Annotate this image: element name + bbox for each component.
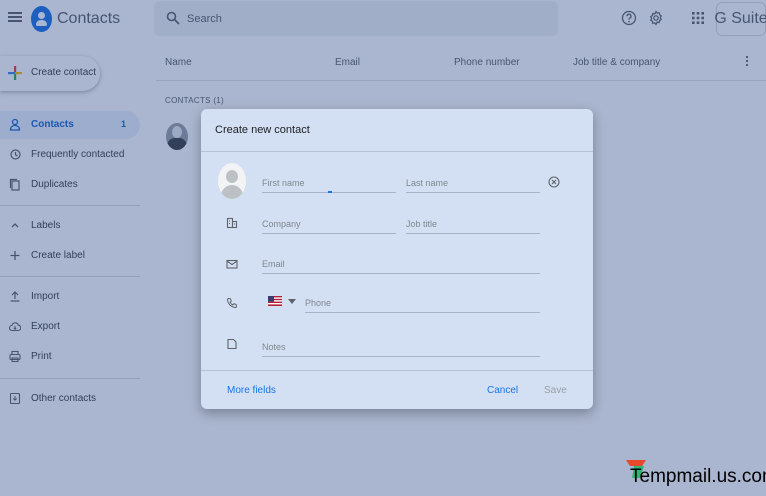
phone-input[interactable] [305, 293, 540, 313]
dialog-divider [201, 370, 593, 371]
email-field[interactable] [262, 254, 540, 274]
dialog-divider [201, 151, 593, 152]
company-field[interactable] [262, 214, 396, 234]
first-name-field[interactable] [262, 173, 396, 193]
more-fields-button[interactable]: More fields [227, 385, 276, 396]
notes-icon [227, 338, 237, 350]
last-name-input[interactable] [406, 173, 540, 193]
job-title-field[interactable] [406, 214, 540, 234]
dialog-title: Create new contact [215, 124, 310, 136]
country-dropdown-icon[interactable] [288, 299, 296, 304]
notes-input[interactable] [262, 337, 540, 357]
save-button[interactable]: Save [544, 385, 567, 396]
us-flag-icon[interactable] [268, 296, 282, 306]
focus-indicator [328, 191, 332, 193]
job-title-input[interactable] [406, 214, 540, 234]
contact-photo-placeholder[interactable] [218, 163, 246, 199]
company-input[interactable] [262, 214, 396, 234]
email-input[interactable] [262, 254, 540, 274]
email-envelope-icon [226, 259, 238, 269]
cancel-button[interactable]: Cancel [487, 385, 518, 396]
company-building-icon [226, 217, 238, 229]
phone-icon [226, 297, 238, 309]
first-name-input[interactable] [262, 173, 396, 193]
notes-field[interactable] [262, 337, 540, 357]
create-contact-dialog: Create new contact More fields Cancel Sa… [201, 109, 593, 409]
last-name-field[interactable] [406, 173, 540, 193]
clear-icon[interactable] [548, 176, 560, 188]
watermark-text: Tempmail.us.com [630, 466, 766, 487]
phone-field[interactable] [305, 293, 540, 313]
